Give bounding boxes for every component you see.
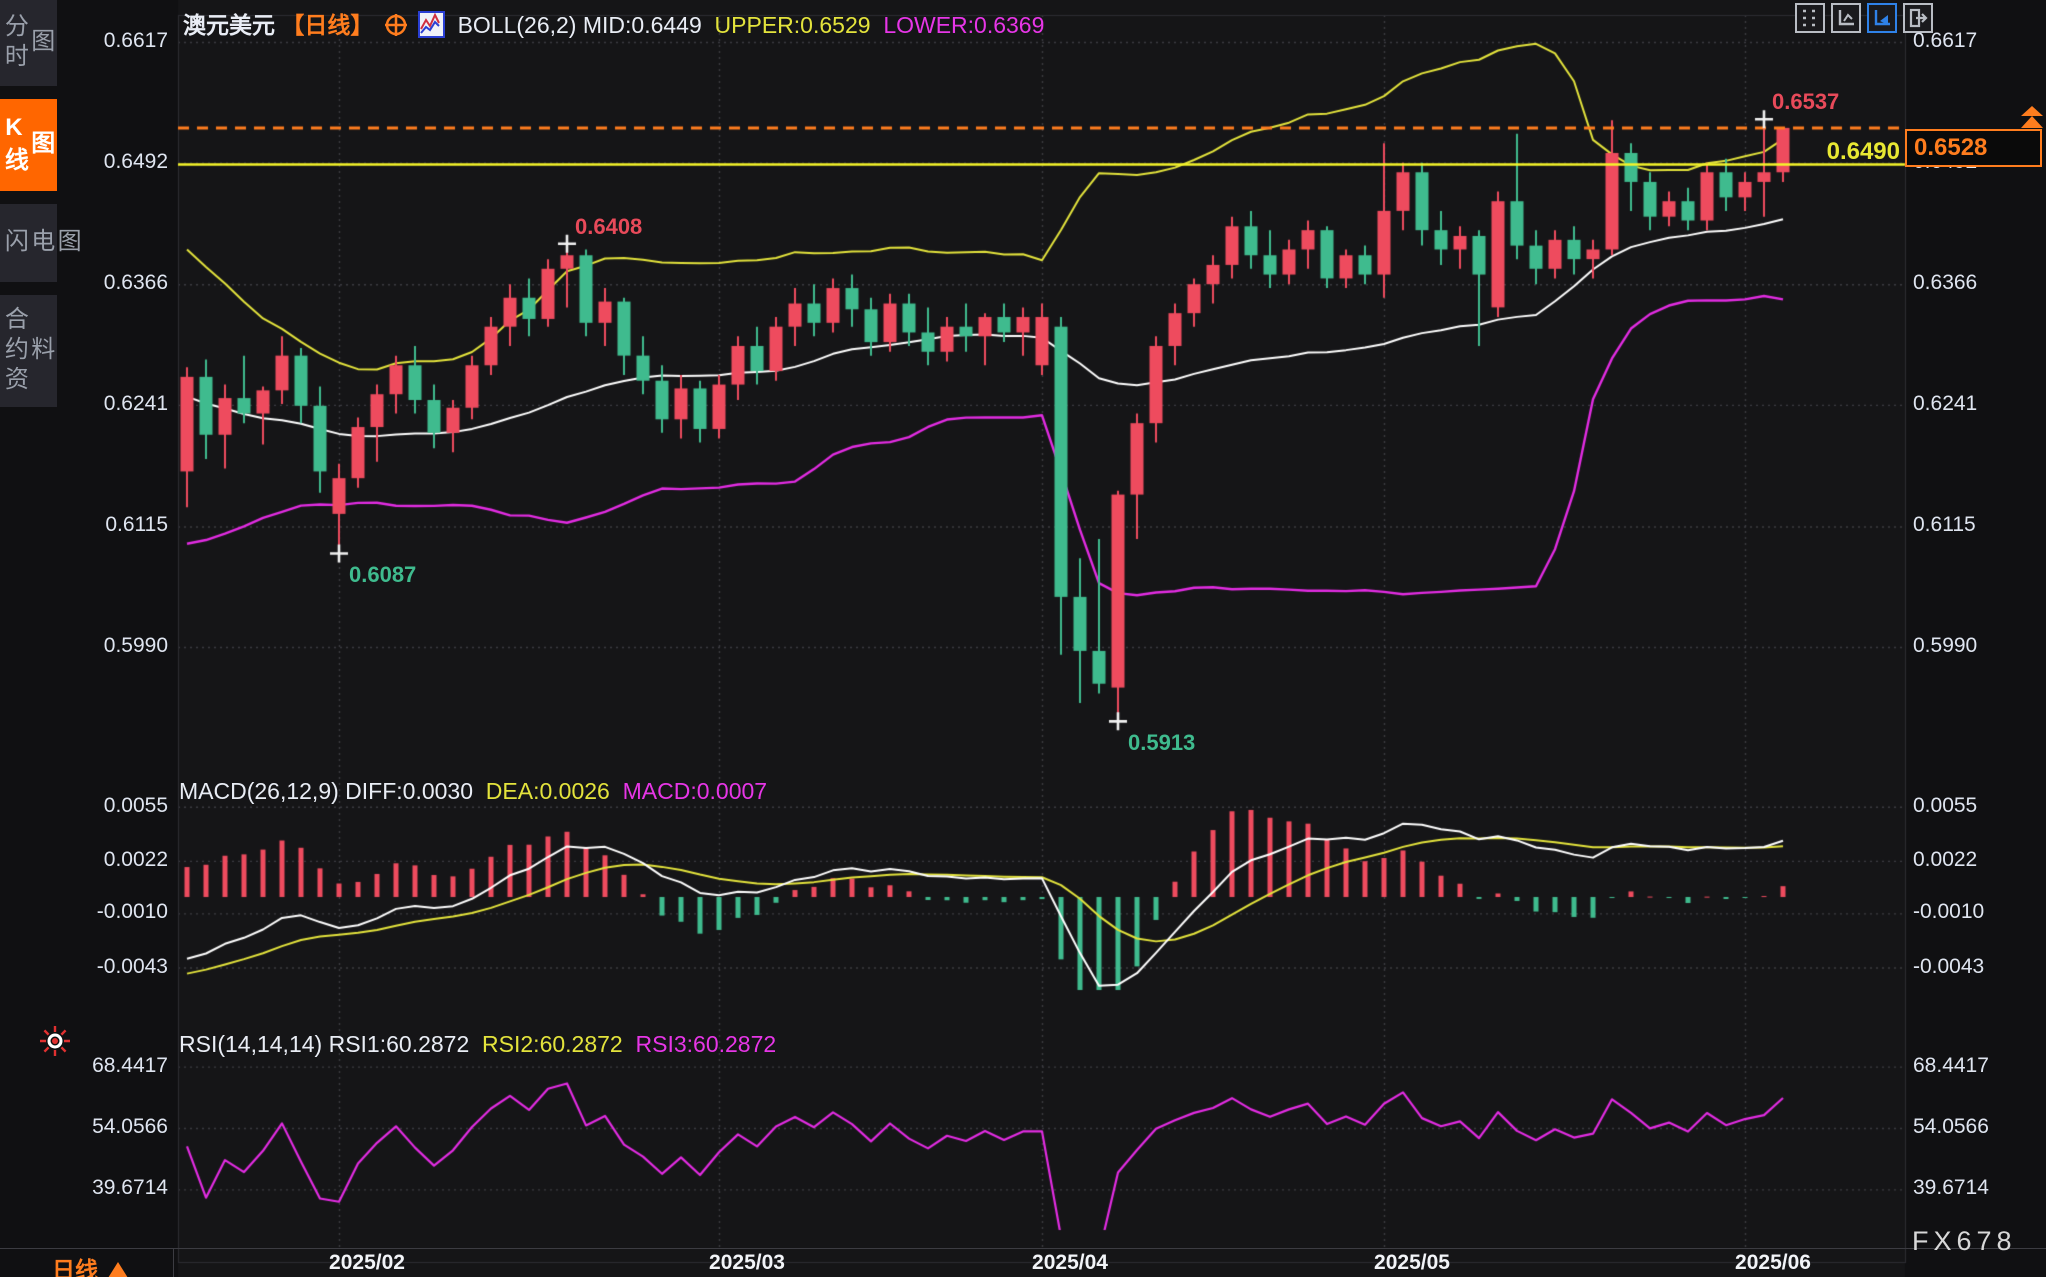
alert-price-label: 0.6490 <box>1750 138 1900 166</box>
pane-layout-button[interactable] <box>1795 3 1825 33</box>
footer-divider <box>0 1248 2046 1249</box>
x-axis-label: 2025/04 <box>1032 1251 1108 1275</box>
chart-header: 澳元美元 【日线】 BOLL(26,2) MID:0.6449 UPPER:0.… <box>183 6 1044 44</box>
extreme-label-0.5913: 0.5913 <box>1128 730 1195 756</box>
rsi1-value: RSI1:60.2872 <box>329 1031 470 1057</box>
x-axis-label: 2025/03 <box>709 1251 785 1275</box>
macd-axis-tick-right: -0.0010 <box>1913 900 1984 924</box>
boll-mid-value: MID:0.6449 <box>583 12 702 38</box>
extreme-label-0.6408: 0.6408 <box>575 214 642 240</box>
price-axis-tick-left: 0.6366 <box>58 271 168 295</box>
boll-name: BOLL(26,2) <box>458 12 577 38</box>
boll-lower-value: LOWER:0.6369 <box>883 12 1044 38</box>
price-axis-tick-right: 0.6617 <box>1913 29 1977 53</box>
macd-name: MACD(26,12,9) <box>179 778 339 804</box>
rsi3-value: RSI3:60.2872 <box>636 1031 777 1057</box>
macd-axis-tick-right: -0.0043 <box>1913 955 1984 979</box>
sidebar-tab-contract-info[interactable]: 合约资料 <box>0 295 57 407</box>
price-axis-tick-left: 0.6115 <box>58 513 168 537</box>
rsi-name: RSI(14,14,14) <box>179 1031 322 1057</box>
rsi-axis-tick-left: 39.6714 <box>58 1176 168 1200</box>
x-axis-label: 2025/02 <box>329 1251 405 1275</box>
boll-upper-value: UPPER:0.6529 <box>715 12 871 38</box>
extreme-label-0.6087: 0.6087 <box>349 562 416 588</box>
price-axis-tick-right: 0.6241 <box>1913 392 1977 416</box>
price-axis-tick-left: 0.6241 <box>58 392 168 416</box>
price-axis-tick-right: 0.6366 <box>1913 271 1977 295</box>
price-axis-tick-right: 0.6115 <box>1913 513 1976 537</box>
macd-axis-tick-left: 0.0055 <box>58 794 168 818</box>
macd-axis-tick-right: 0.0055 <box>1913 794 1977 818</box>
price-axis-tick-left: 0.5990 <box>58 634 168 658</box>
macd-axis-tick-left: -0.0010 <box>58 900 168 924</box>
macd-dea-value: DEA:0.0026 <box>486 778 610 804</box>
sidebar-tab-time-chart[interactable]: 分时图 <box>0 0 57 86</box>
symbol-title: 澳元美元 <box>183 12 275 38</box>
rsi-axis-tick-right: 39.6714 <box>1913 1176 1989 1200</box>
price-axis-tick-right: 0.5990 <box>1913 634 1977 658</box>
indicator-icon[interactable] <box>418 11 445 44</box>
extreme-label-0.6537: 0.6537 <box>1772 89 1839 115</box>
rsi2-value: RSI2:60.2872 <box>482 1031 623 1057</box>
rsi-axis-tick-left: 68.4417 <box>58 1054 168 1078</box>
brand-watermark: FX678 <box>1912 1226 2017 1257</box>
rsi-axis-tick-right: 68.4417 <box>1913 1054 1989 1078</box>
scroll-to-latest-icon[interactable] <box>2019 106 2045 135</box>
rsi-header: RSI(14,14,14) RSI1:60.2872 RSI2:60.2872 … <box>179 1031 776 1058</box>
sidebar: 分时图 K线图闪电图合约资料 <box>0 0 57 420</box>
triangle-up-icon <box>108 1262 128 1277</box>
period-selector[interactable]: 日线 <box>52 1251 128 1277</box>
chart-canvas[interactable] <box>0 0 2046 1277</box>
x-axis-label: 2025/05 <box>1374 1251 1450 1275</box>
macd-axis-tick-right: 0.0022 <box>1913 848 1977 872</box>
rsi-axis-tick-right: 54.0566 <box>1913 1115 1989 1139</box>
axis-scale-button[interactable] <box>1831 3 1861 33</box>
sidebar-tab-flash-chart[interactable]: 闪电图 <box>0 204 57 282</box>
macd-diff-value: DIFF:0.0030 <box>345 778 473 804</box>
auto-follow-button[interactable] <box>1867 3 1897 33</box>
price-axis-tick-left: 0.6492 <box>58 150 168 174</box>
sidebar-tab-kline-chart[interactable]: K线图 <box>0 99 57 191</box>
crosshair-icon[interactable] <box>384 13 408 43</box>
macd-axis-tick-left: -0.0043 <box>58 955 168 979</box>
period-selector-label: 日线 <box>52 1257 98 1277</box>
macd-header: MACD(26,12,9) DIFF:0.0030 DEA:0.0026 MAC… <box>179 778 767 805</box>
rsi-axis-tick-left: 54.0566 <box>58 1115 168 1139</box>
trading-app: 分时图 K线图闪电图合约资料 澳元美元 【日线】 BOLL(26,2) MID:0… <box>0 0 2046 1277</box>
period-tag: 【日线】 <box>281 12 373 38</box>
x-axis-label: 2025/06 <box>1735 1251 1811 1275</box>
macd-axis-tick-left: 0.0022 <box>58 848 168 872</box>
price-axis-tick-left: 0.6617 <box>58 29 168 53</box>
footer-vertical-divider <box>173 1249 174 1277</box>
macd-macd-value: MACD:0.0007 <box>623 778 767 804</box>
